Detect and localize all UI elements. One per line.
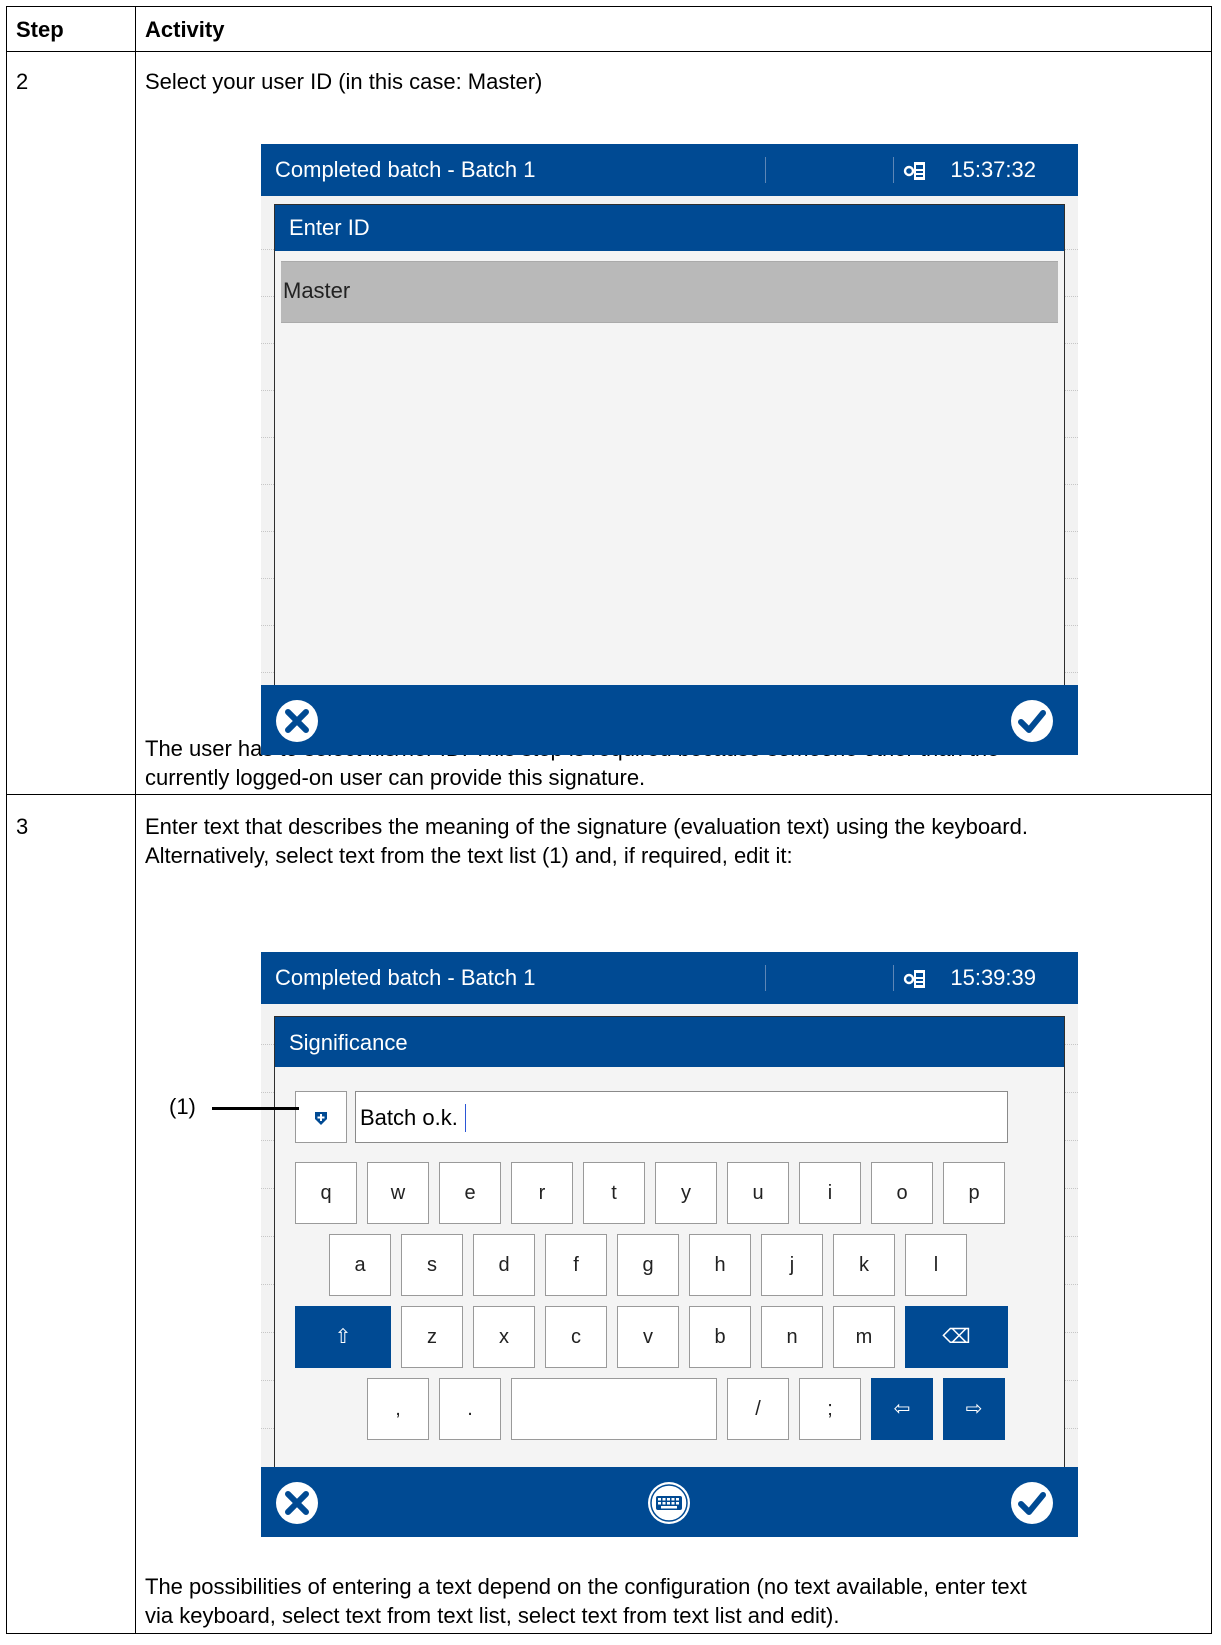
cursor-right-key[interactable]: ⇨ — [943, 1378, 1005, 1440]
dialog-title: Significance — [289, 1030, 408, 1055]
step-instruction: Select your user ID (in this case: Maste… — [145, 69, 543, 94]
key[interactable]: p — [943, 1162, 1005, 1224]
row-divider — [7, 794, 1211, 795]
step-number: 3 — [16, 814, 29, 839]
device-screen-significance: Completed batch - Batch 1 15:39:39 Signi… — [261, 952, 1078, 1537]
key[interactable]: i — [799, 1162, 861, 1224]
step-note-continued: currently logged-on user can provide thi… — [145, 765, 646, 790]
header-activity: Activity — [145, 17, 225, 42]
cancel-icon[interactable] — [274, 698, 320, 744]
key[interactable]: g — [617, 1234, 679, 1296]
header-divider — [7, 51, 1211, 52]
key[interactable]: o — [871, 1162, 933, 1224]
key-icon — [903, 970, 925, 988]
status-bar: Completed batch - Batch 1 15:39:39 — [261, 952, 1078, 1004]
key[interactable]: c — [545, 1306, 607, 1368]
key[interactable]: ; — [799, 1378, 861, 1440]
key[interactable]: t — [583, 1162, 645, 1224]
user-id-list-item[interactable]: Master — [281, 261, 1058, 323]
significance-input[interactable]: Batch o.k. — [355, 1091, 1008, 1143]
key[interactable]: j — [761, 1234, 823, 1296]
device-screen-enter-id: Completed batch - Batch 1 15:37:32 Enter… — [261, 144, 1078, 755]
screen-title: Completed batch - Batch 1 — [275, 965, 536, 990]
confirm-icon[interactable] — [1009, 1480, 1055, 1526]
space-key[interactable] — [511, 1378, 717, 1440]
dialog-footer — [261, 685, 1078, 755]
backspace-key[interactable]: ⌫ — [905, 1306, 1008, 1368]
key[interactable]: b — [689, 1306, 751, 1368]
key[interactable]: x — [473, 1306, 535, 1368]
key[interactable]: k — [833, 1234, 895, 1296]
shift-key[interactable]: ⇧ — [295, 1306, 391, 1368]
key[interactable]: l — [905, 1234, 967, 1296]
dialog-footer — [261, 1467, 1078, 1537]
user-id-label: Master — [283, 278, 351, 303]
text-caret — [465, 1104, 466, 1132]
input-value: Batch o.k. — [360, 1105, 458, 1130]
key[interactable]: . — [439, 1378, 501, 1440]
clock: 15:37:32 — [950, 157, 1036, 182]
step-note-continued: via keyboard, select text from text list… — [145, 1603, 840, 1628]
callout-label: (1) — [169, 1094, 196, 1119]
key[interactable]: w — [367, 1162, 429, 1224]
key[interactable]: y — [655, 1162, 717, 1224]
screen-title: Completed batch - Batch 1 — [275, 157, 536, 182]
key[interactable]: d — [473, 1234, 535, 1296]
key[interactable]: h — [689, 1234, 751, 1296]
key[interactable]: f — [545, 1234, 607, 1296]
step-instruction: Enter text that describes the meaning of… — [145, 814, 1028, 839]
dialog-header: Significance — [275, 1017, 1064, 1067]
dialog-title: Enter ID — [289, 215, 370, 240]
key[interactable]: a — [329, 1234, 391, 1296]
header-step: Step — [16, 17, 64, 42]
confirm-icon[interactable] — [1009, 698, 1055, 744]
key[interactable]: m — [833, 1306, 895, 1368]
key[interactable]: e — [439, 1162, 501, 1224]
dialog-header: Enter ID — [275, 205, 1064, 251]
key[interactable]: , — [367, 1378, 429, 1440]
step-number: 2 — [16, 69, 29, 94]
key[interactable]: / — [727, 1378, 789, 1440]
keyboard-icon[interactable] — [646, 1480, 692, 1526]
enter-id-dialog: Enter ID Master — [274, 204, 1065, 690]
key[interactable]: r — [511, 1162, 573, 1224]
cursor-left-key[interactable]: ⇦ — [871, 1378, 933, 1440]
key[interactable]: z — [401, 1306, 463, 1368]
step-note: The possibilities of entering a text dep… — [145, 1574, 1027, 1599]
callout-line — [212, 1107, 299, 1110]
significance-dialog: Significance Batch o.k. q w e r t y u i … — [274, 1016, 1065, 1472]
status-bar: Completed batch - Batch 1 15:37:32 — [261, 144, 1078, 196]
key[interactable]: n — [761, 1306, 823, 1368]
clock: 15:39:39 — [950, 965, 1036, 990]
key[interactable]: s — [401, 1234, 463, 1296]
key[interactable]: q — [295, 1162, 357, 1224]
text-list-button[interactable] — [295, 1091, 347, 1143]
key[interactable]: u — [727, 1162, 789, 1224]
key[interactable]: v — [617, 1306, 679, 1368]
text-list-icon — [315, 1111, 327, 1125]
cancel-icon[interactable] — [274, 1480, 320, 1526]
column-divider — [135, 7, 136, 1633]
step-instruction-continued: Alternatively, select text from the text… — [145, 843, 793, 868]
key-icon — [903, 162, 925, 180]
